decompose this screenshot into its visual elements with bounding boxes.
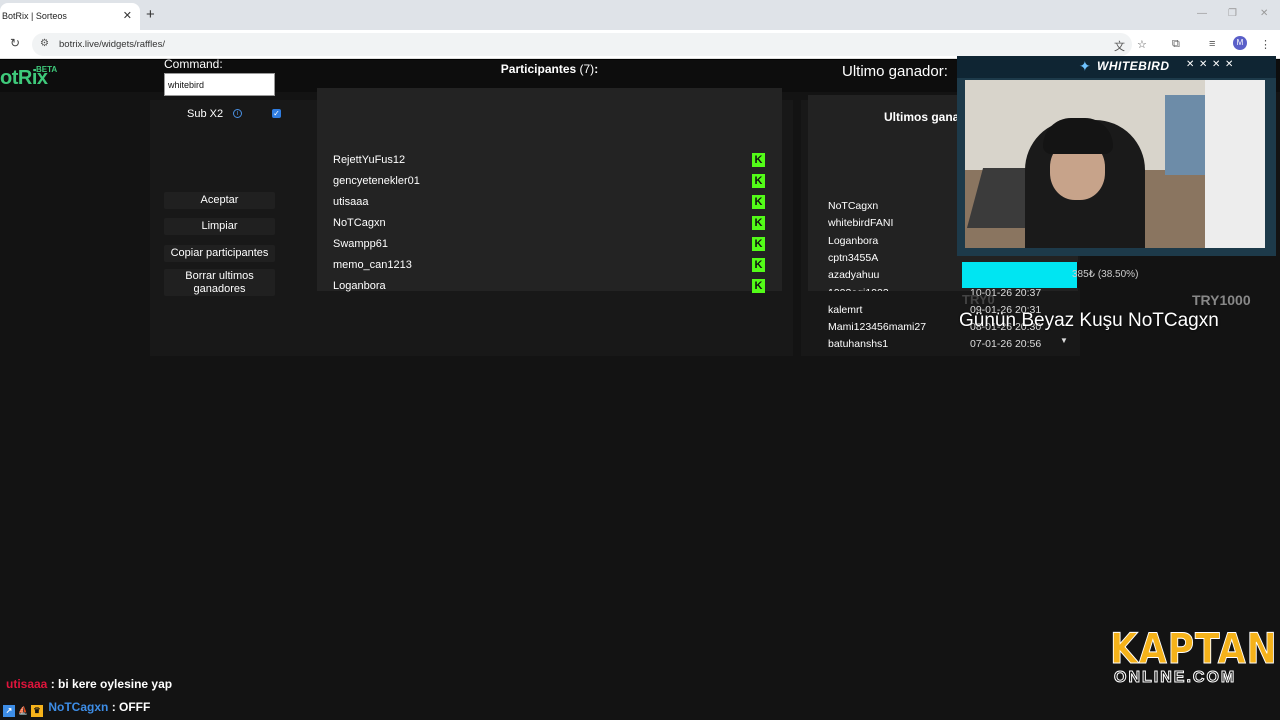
extensions-icon[interactable]: ⧉	[1172, 38, 1180, 51]
participants-list: RejettYuFus12 K gencyetenekler01 K utisa…	[317, 88, 782, 293]
translate-icon[interactable]: 文	[1114, 38, 1125, 54]
accept-button[interactable]: Aceptar	[164, 192, 275, 209]
kick-icon: K	[752, 195, 765, 209]
kick-icon: K	[752, 153, 765, 167]
address-bar: ↻ ⚙ botrix.live/widgets/raffles/ 文 ☆ ⧉ ≡…	[0, 30, 1280, 59]
list-item: Loganbora	[333, 280, 386, 292]
list-item: whitebirdFANI	[828, 217, 894, 229]
cabinet	[1205, 80, 1265, 248]
participants-colon: :	[594, 62, 599, 76]
close-icon: ✕	[1199, 59, 1208, 70]
restore-icon[interactable]: ❐	[1228, 8, 1237, 19]
media-icon[interactable]: ≡	[1209, 38, 1215, 50]
minimize-icon[interactable]: —	[1197, 8, 1207, 19]
kick-icon: K	[752, 237, 765, 251]
kick-icon: K	[752, 258, 765, 272]
tab-botrix[interactable]: BotRix | Sorteos ✕	[0, 3, 140, 30]
close-icon: ✕	[1186, 59, 1195, 70]
command-label: Command:	[164, 57, 223, 71]
kaptan-logo: KAPTAN	[1110, 624, 1278, 674]
list-item: kalemrt	[828, 304, 863, 316]
chat-user: NoTCagxn	[48, 700, 109, 714]
last-winner-label: Ultimo ganador:	[842, 63, 948, 80]
new-tab-button[interactable]: +	[146, 6, 155, 23]
list-item: Mami123456mami27	[828, 321, 927, 333]
list-item: 1903ogi1903	[828, 287, 889, 291]
url-input[interactable]: ⚙ botrix.live/widgets/raffles/	[32, 33, 1132, 56]
list-item: batuhanshs1	[828, 338, 889, 350]
streamer-name: WHITEBIRD	[1097, 59, 1170, 73]
winners-title: Ultimos gana	[884, 110, 960, 124]
webcam-overlay: ✦ WHITEBIRD ✕ ✕ ✕ ✕	[957, 56, 1276, 256]
participants-count: (7)	[579, 62, 595, 76]
list-item: NoTCagxn	[828, 200, 879, 212]
kaptan-online: ONLINE.COM	[1113, 669, 1237, 687]
bird-icon: ✦	[1079, 58, 1091, 74]
list-item: cptn3455A	[828, 252, 879, 264]
list-item: RejettYuFus12	[333, 154, 406, 166]
tab-close-icon[interactable]: ✕	[123, 9, 132, 22]
list-item: utisaaa	[333, 196, 369, 208]
clear-button[interactable]: Limpiar	[164, 218, 275, 235]
kick-icon: K	[752, 279, 765, 293]
webcam-header: ✦ WHITEBIRD ✕ ✕ ✕ ✕	[957, 56, 1276, 78]
goal-min: TRY0	[962, 292, 995, 307]
crown-icon: ♛	[31, 705, 43, 717]
command-input[interactable]: whitebird	[164, 73, 275, 96]
list-item: memo_can1213	[333, 259, 412, 271]
close-window-icon[interactable]: ✕	[1260, 8, 1268, 19]
list-item: Loganbora	[828, 235, 879, 247]
chat-text: : OFFF	[111, 700, 151, 714]
tab-strip: BotRix | Sorteos ✕ + — ❐ ✕	[0, 0, 1280, 30]
close-icon: ✕	[1212, 59, 1221, 70]
scroll-down-icon[interactable]: ▼	[1060, 336, 1068, 345]
kick-icon: K	[752, 216, 765, 230]
url-text: botrix.live/widgets/raffles/	[59, 39, 165, 50]
daily-winner-banner: Günün Beyaz Kuşu NoTCagxn	[959, 310, 1219, 331]
list-item: NoTCagxn	[333, 217, 386, 229]
participants-label: Participantes	[500, 62, 577, 76]
beta-badge: BETA	[36, 65, 58, 74]
bookmark-star-icon[interactable]: ☆	[1137, 38, 1147, 51]
delete-winners-button[interactable]: Borrar ultimos ganadores	[164, 269, 275, 296]
webcam-video	[965, 80, 1265, 248]
profile-avatar[interactable]: M	[1233, 36, 1247, 50]
sub-x2-label: Sub X2	[187, 108, 224, 120]
badge-icon: ↗	[3, 705, 15, 717]
donation-fill	[962, 262, 1077, 288]
participants-title: Participantes (7):	[316, 62, 783, 76]
list-item: Swampp61	[333, 238, 389, 250]
badge-icon: ⛵	[18, 706, 28, 715]
info-icon[interactable]: i	[233, 109, 242, 118]
list-item: azadyahuu	[828, 269, 880, 281]
list-item: gencyetenekler01	[333, 175, 420, 187]
donation-text: 385₺ (38.50%)	[1072, 269, 1139, 280]
tab-title: BotRix | Sorteos	[2, 11, 67, 21]
kick-icon: K	[752, 174, 765, 188]
streamer-hair	[1043, 118, 1113, 154]
chat-text: : bi kere oylesine yap	[50, 677, 173, 691]
menu-icon[interactable]: ⋮	[1260, 38, 1271, 51]
chat-user: utisaaa	[6, 677, 48, 691]
site-info-icon[interactable]: ⚙	[40, 38, 49, 49]
close-icon: ✕	[1225, 59, 1234, 70]
winner-date: 07-01-26 20:56	[970, 338, 1042, 350]
sub-x2-checkbox[interactable]: ✓	[272, 109, 281, 118]
chat-message: utisaaa : bi kere oylesine yap	[6, 677, 172, 691]
chat-message: ↗ ⛵ ♛ NoTCagxn : OFFF	[3, 700, 150, 717]
goal-max: TRY1000	[1192, 292, 1251, 308]
reload-icon[interactable]: ↻	[10, 36, 20, 50]
copy-participants-button[interactable]: Copiar participantes	[164, 245, 275, 262]
